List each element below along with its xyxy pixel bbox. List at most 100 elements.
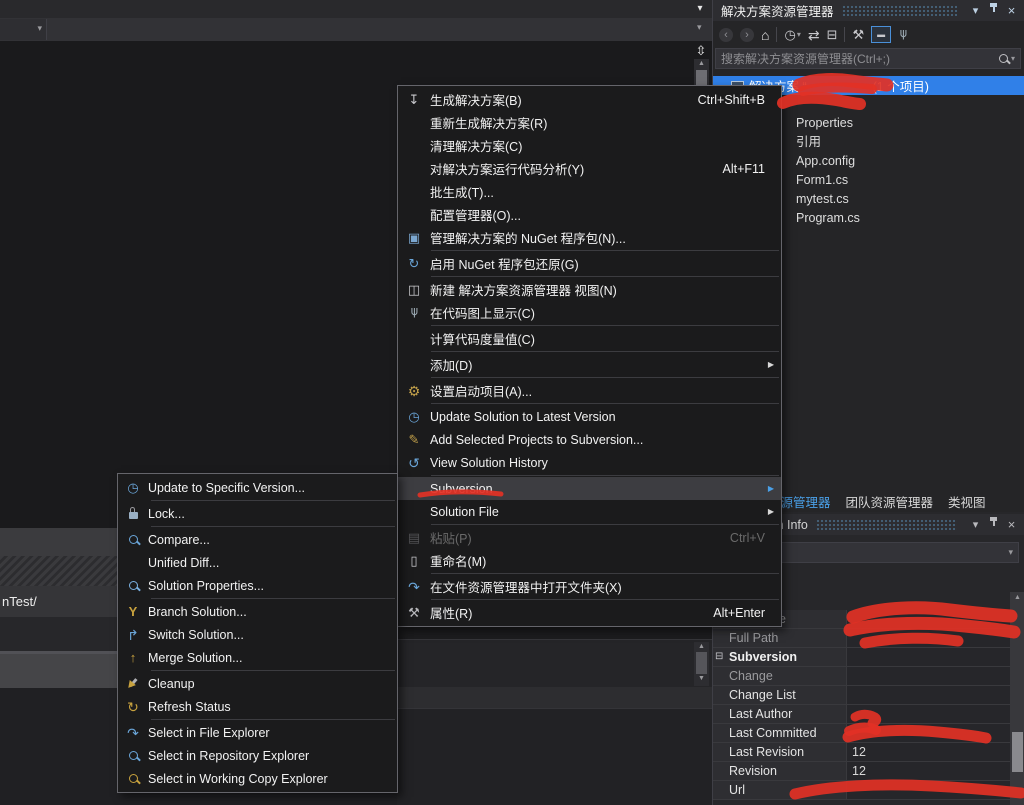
menu-item[interactable]: 重新生成解决方案(R) [398,111,781,134]
menu-item[interactable]: ↺View Solution History [398,451,781,474]
show-all-files-icon[interactable]: ▬ [871,26,891,43]
menu-item[interactable]: ⚙设置启动项目(A)... [398,379,781,402]
menu-item[interactable]: ↱Switch Solution... [118,623,397,646]
menu-item-label: 启用 NuGet 程序包还原(G) [430,254,781,273]
menu-item[interactable]: Solution File▶ [398,500,781,523]
scroll-down-icon[interactable]: ▼ [694,674,709,684]
search-placeholder: 搜索解决方案资源管理器(Ctrl+;) [716,50,999,67]
search-input[interactable]: 搜索解决方案资源管理器(Ctrl+;) ▾ [715,48,1021,69]
property-row[interactable]: Last Revision12 [713,743,1010,762]
listbox-scrollbar[interactable]: ▲▼ [694,642,709,686]
solution-context-menu: ↧生成解决方案(B)Ctrl+Shift+B重新生成解决方案(R)清理解决方案(… [397,85,782,627]
forward-icon: › [740,28,754,42]
chevron-down-icon[interactable]: ▾ [968,516,983,534]
toolbar-separator [776,27,777,42]
property-row[interactable]: ⊟Subversion [713,648,1010,667]
menu-item-label: Select in Repository Explorer [148,749,397,763]
branch-icon: Y [118,605,148,618]
select-wc-icon [129,774,138,783]
menu-item[interactable]: ↧生成解决方案(B)Ctrl+Shift+B [398,88,781,111]
chevron-down-icon[interactable]: ▾ [968,2,983,20]
menu-item[interactable]: ↻Refresh Status [118,695,397,718]
close-icon[interactable]: × [1004,516,1019,534]
menu-item[interactable]: ▯重命名(M) [398,549,781,572]
scroll-up-icon[interactable]: ▲ [694,59,709,69]
menu-item[interactable]: ✎Add Selected Projects to Subversion... [398,428,781,451]
compare-icon [129,535,138,544]
menu-item[interactable]: 添加(D)▶ [398,353,781,376]
collapse-expander-icon[interactable]: ⊟ [715,648,727,666]
menu-item[interactable]: Unified Diff... [118,551,397,574]
menu-item[interactable]: YBranch Solution... [118,600,397,623]
property-row[interactable]: Full Path [713,629,1010,648]
update-latest-icon: ◷ [408,410,419,423]
property-row[interactable]: Url [713,781,1010,800]
toolbar-dropdown[interactable]: ▾ [0,19,47,40]
menu-item-label: Merge Solution... [148,651,397,665]
grid-scrollbar[interactable]: ▲ [1010,592,1024,805]
menu-item[interactable]: ▤粘贴(P)Ctrl+V [398,526,781,549]
property-row[interactable]: Change [713,667,1010,686]
menu-item[interactable]: ↑Merge Solution... [118,646,397,669]
tab-inactive[interactable]: 类视图 [948,492,986,511]
pin-icon[interactable] [986,2,1001,20]
menu-item[interactable]: 清理解决方案(C) [398,134,781,157]
history-icon: ↺ [398,456,430,470]
menu-item[interactable]: 对解决方案运行代码分析(Y)Alt+F11 [398,157,781,180]
sync-with-active-document-icon[interactable]: ⇄ [808,28,820,42]
menu-item[interactable]: Select in Working Copy Explorer [118,767,397,790]
search-icon[interactable]: ▾ [999,54,1020,63]
vertical-scrollbar[interactable]: ▲ [694,59,709,87]
chevron-down-icon[interactable]: ▾ [692,2,708,16]
subversion-property-grid: File NameFull Path⊟SubversionChangeChang… [713,610,1010,800]
submenu-arrow-icon: ▶ [768,360,774,369]
branch-icon: Y [129,605,138,618]
property-value [846,610,1010,628]
menu-item[interactable]: Select in Repository Explorer [118,744,397,767]
menu-item[interactable]: ⋔在代码图上显示(C) [398,301,781,324]
menu-item[interactable]: Cleanup [118,672,397,695]
scroll-thumb[interactable] [1012,732,1023,772]
menu-item[interactable]: 批生成(T)... [398,180,781,203]
menu-separator [431,573,779,574]
property-row[interactable]: Last Committed [713,724,1010,743]
menu-item[interactable]: ◫新建 解决方案资源管理器 视图(N) [398,278,781,301]
menu-item-label: 计算代码度量值(C) [430,329,781,348]
menu-item[interactable]: ▣管理解决方案的 NuGet 程序包(N)... [398,226,781,249]
menu-item[interactable]: ↻启用 NuGet 程序包还原(G) [398,252,781,275]
pin-icon [989,2,998,14]
pin-icon[interactable] [986,516,1001,534]
property-row[interactable]: Last Author [713,705,1010,724]
properties-icon[interactable]: ⚒ [852,28,864,41]
pending-changes-filter-icon[interactable]: ◷▾ [784,28,800,41]
menu-item[interactable]: ↷Select in File Explorer [118,721,397,744]
chevron-down-icon[interactable]: ▾ [697,22,702,33]
home-icon[interactable]: ⌂ [761,28,769,42]
close-icon[interactable]: × [1004,2,1019,20]
menu-item-label: 管理解决方案的 NuGet 程序包(N)... [430,228,781,247]
splitter-handle[interactable]: ⇳ [691,42,711,59]
menu-item[interactable]: Compare... [118,528,397,551]
scroll-up-icon[interactable]: ▲ [694,642,709,652]
menu-item[interactable]: Solution Properties... [118,574,397,597]
collapse-all-icon[interactable]: ⊟ [827,28,838,41]
property-row[interactable]: Revision12 [713,762,1010,781]
menu-item[interactable]: ◷Update to Specific Version... [118,476,397,499]
menu-item[interactable]: 计算代码度量值(C) [398,327,781,350]
tab-inactive[interactable]: 团队资源管理器 [846,492,934,511]
menu-item[interactable]: ⚒属性(R)Alt+Enter [398,601,781,624]
scroll-thumb[interactable] [696,652,707,674]
menu-item[interactable]: Subversion▶ [398,477,781,500]
menu-item[interactable]: ↷在文件资源管理器中打开文件夹(X) [398,575,781,598]
menu-separator [431,599,779,600]
solution-explorer-titlebar[interactable]: 解决方案资源管理器 ▾ × [713,0,1024,21]
code-structure-icon[interactable]: ⋔ [898,28,909,41]
menu-item[interactable]: Lock... [118,502,397,525]
menu-item[interactable]: 配置管理器(O)... [398,203,781,226]
menu-item[interactable]: ◷Update Solution to Latest Version [398,405,781,428]
property-row[interactable]: Change List [713,686,1010,705]
scroll-thumb[interactable] [696,70,707,85]
forward-icon[interactable]: › [740,28,754,42]
back-icon[interactable]: ‹ [719,28,733,42]
scroll-up-icon[interactable]: ▲ [1010,592,1024,604]
